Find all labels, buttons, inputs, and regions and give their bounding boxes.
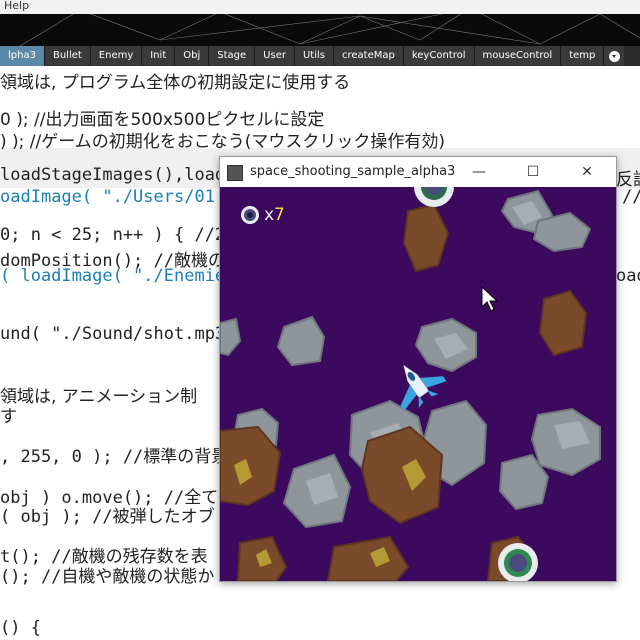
menu-help[interactable]: Help [0,0,29,12]
lives-count: x7 [264,205,285,225]
code-line-1: 領域は, プログラム全体の初期設定に使用する [0,73,351,93]
code-line-5b: // [622,187,640,207]
lives-number: 7 [274,205,285,225]
code-line-12: , 255, 0 ); //標準の背景 [0,447,229,467]
code-line-8a: ( loadImage( "./Enemies [0,266,236,286]
tab-bar: lpha3 Bullet Enemy Init Obj Stage User U… [0,46,640,66]
tab-bullet[interactable]: Bullet [44,46,91,66]
lives-indicator: x7 [240,205,285,225]
tab-createmap[interactable]: createMap [333,46,404,66]
asteroid-brown [402,203,450,273]
maximize-button[interactable]: ☐ [518,161,548,183]
code-line-5a: oadImage( "./Users/01.p [0,187,236,207]
asteroid-brown [538,289,588,357]
enemy-ship [414,187,454,207]
tab-keycontrol[interactable]: keyControl [403,46,475,66]
tab-obj[interactable]: Obj [175,46,210,66]
code-line-14: ( obj ); //被弾したオブ [0,507,215,527]
game-window-titlebar[interactable]: space_shooting_sample_alpha3 — ☐ ✕ [220,157,616,187]
minimize-button[interactable]: — [464,161,494,183]
tab-mousecontrol[interactable]: mouseControl [474,46,562,66]
code-line-8b: oadS [616,266,640,286]
code-line-11: す [0,407,17,427]
code-line-17: () { [0,618,41,638]
tab-user[interactable]: User [255,46,295,66]
app-icon [227,165,243,181]
tab-alpha3[interactable]: lpha3 [0,46,45,66]
tab-stage[interactable]: Stage [209,46,256,66]
game-canvas[interactable]: x7 [220,187,616,581]
asteroid-gray [276,315,326,367]
tab-temp[interactable]: temp [561,46,605,66]
game-window-title: space_shooting_sample_alpha3 [250,164,456,179]
player-life-icon [241,206,259,224]
chevron-down-icon [608,50,620,62]
code-line-3: ) ); //ゲームの初期化をおこなう(マウスクリック操作有効) [0,132,446,152]
mouse-cursor-icon [481,285,499,312]
close-button[interactable]: ✕ [572,161,602,183]
code-line-16: (); //自機や敵機の状態か [0,567,215,587]
tab-overflow-button[interactable] [604,46,625,66]
game-window: space_shooting_sample_alpha3 — ☐ ✕ x7 [219,156,617,582]
tab-init[interactable]: Init [142,46,176,66]
code-line-6: 0; n < 25; n++ ) { //25 [0,225,236,245]
game-scene [220,187,601,581]
asteroid-gray [220,317,242,357]
tab-enemy[interactable]: Enemy [90,46,143,66]
menu-bar: Help [0,0,640,14]
asteroid-brown [326,535,410,581]
tab-utils[interactable]: Utils [294,46,334,66]
code-line-9: und( "./Sound/shot.mp3" [0,324,236,344]
code-line-10: 領域は, アニメーション制 [0,387,198,407]
lives-prefix: x [264,205,275,225]
code-line-4a: loadStageImages(),loadS [0,165,236,185]
